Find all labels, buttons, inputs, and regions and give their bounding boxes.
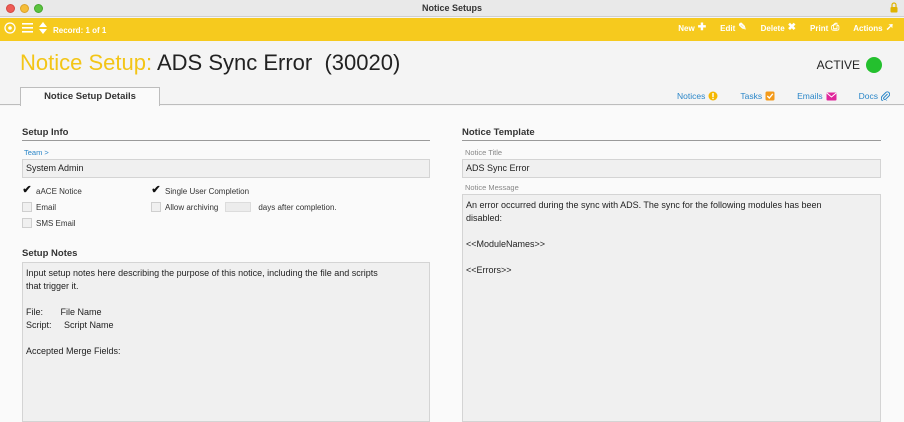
ace-notice-checkbox[interactable]: ✔ aACE Notice [22, 184, 81, 196]
notice-title-field[interactable]: ADS Sync Error [462, 159, 881, 178]
email-envelope-icon [826, 92, 837, 100]
print-button[interactable]: Print ⎙ [810, 23, 839, 33]
delete-x-icon: ✖ [787, 22, 797, 33]
record-counter: Record: 1 of 1 [53, 26, 107, 35]
edit-button[interactable]: Edit ✎ [720, 23, 747, 33]
checkbox-box [22, 202, 32, 212]
archiving-days-input[interactable] [225, 202, 252, 212]
checkmark-icon: ✔ [151, 184, 161, 196]
paperclip-icon [881, 91, 890, 101]
notice-title-label: Notice Title [465, 148, 503, 157]
notices-link[interactable]: Notices [677, 91, 718, 101]
sms-email-checkbox[interactable]: SMS Email [22, 218, 76, 228]
record-header: Notice Setup: ADS Sync Error (30020) ACT… [0, 41, 904, 85]
setup-notes-textarea[interactable]: Input setup notes here describing the pu… [22, 262, 430, 422]
actions-button[interactable]: Actions ➚ [853, 23, 894, 33]
setup-notes-heading: Setup Notes [22, 248, 78, 259]
home-icon[interactable] [4, 22, 16, 39]
window-title: Notice Setups [421, 3, 482, 13]
plus-icon: ✚ [697, 22, 707, 33]
notice-message-label: Notice Message [465, 183, 519, 192]
status-indicator: ACTIVE [817, 57, 882, 73]
related-links: Notices Tasks Emails Docs [677, 91, 890, 101]
tab-bar: Notice Setup Details Notices Tasks Email… [0, 85, 904, 106]
details-panel: Setup Info Team > System Admin ✔ aACE No… [0, 106, 904, 422]
window-titlebar: Notice Setups [0, 0, 904, 17]
tasks-link[interactable]: Tasks [740, 91, 775, 101]
page-title-prefix: Notice Setup: [20, 50, 153, 75]
delete-button[interactable]: Delete ✖ [761, 23, 796, 33]
status-dot-icon[interactable] [866, 57, 882, 73]
notice-template-heading: Notice Template [462, 127, 881, 141]
tasks-check-icon [765, 91, 775, 101]
list-view-icon[interactable] [22, 23, 33, 38]
tab-notice-setup-details[interactable]: Notice Setup Details [20, 87, 160, 106]
page-title-name: ADS Sync Error (30020) [156, 50, 401, 75]
setup-info-heading: Setup Info [22, 127, 430, 141]
notice-message-textarea[interactable]: An error occurred during the sync with A… [462, 194, 881, 422]
docs-link[interactable]: Docs [859, 91, 890, 101]
record-navigator-icon[interactable] [39, 22, 47, 39]
checkbox-box [22, 218, 32, 228]
page-title: Notice Setup: ADS Sync Error (30020) [20, 50, 400, 76]
new-button[interactable]: New ✚ [678, 23, 706, 33]
status-label: ACTIVE [816, 58, 860, 72]
emails-link[interactable]: Emails [797, 91, 837, 101]
team-link[interactable]: Team > [24, 148, 49, 157]
record-toolbar: Record: 1 of 1 New ✚ Edit ✎ Delete ✖ Pri… [0, 18, 904, 41]
team-field[interactable]: System Admin [22, 159, 430, 178]
allow-archiving-checkbox[interactable]: Allow archiving days after completion. [151, 202, 337, 212]
checkmark-icon: ✔ [22, 184, 32, 196]
checkbox-box [151, 202, 161, 212]
email-checkbox[interactable]: Email [22, 202, 56, 212]
single-user-completion-checkbox[interactable]: ✔ Single User Completion [151, 184, 249, 196]
actions-arrow-icon: ➚ [885, 22, 894, 33]
lock-icon [890, 2, 898, 13]
printer-icon: ⎙ [831, 22, 840, 33]
pencil-icon: ✎ [738, 22, 747, 33]
notices-icon [708, 91, 718, 101]
